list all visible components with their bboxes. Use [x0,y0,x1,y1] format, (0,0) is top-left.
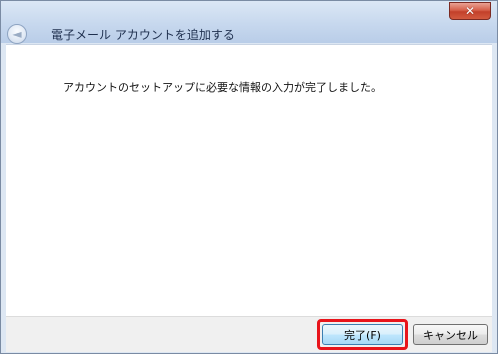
close-button[interactable]: ✕ [449,2,491,20]
dialog-window: ✕ ◄ 電子メール アカウントを追加する アカウントのセットアップに必要な情報の… [0,0,498,354]
close-icon: ✕ [464,4,476,18]
completion-message: アカウントのセットアップに必要な情報の入力が完了しました。 [63,81,382,94]
back-arrow-icon: ◄ [12,27,22,41]
content-area: アカウントのセットアップに必要な情報の入力が完了しました。 [6,44,492,316]
title-bar: ✕ ◄ 電子メール アカウントを追加する [1,1,497,44]
back-button[interactable]: ◄ [7,24,27,44]
cancel-button[interactable]: キャンセル [413,324,488,345]
button-bar: 完了(F) キャンセル [6,316,492,352]
dialog-title: 電子メール アカウントを追加する [51,28,235,42]
finish-button[interactable]: 完了(F) [322,324,403,345]
